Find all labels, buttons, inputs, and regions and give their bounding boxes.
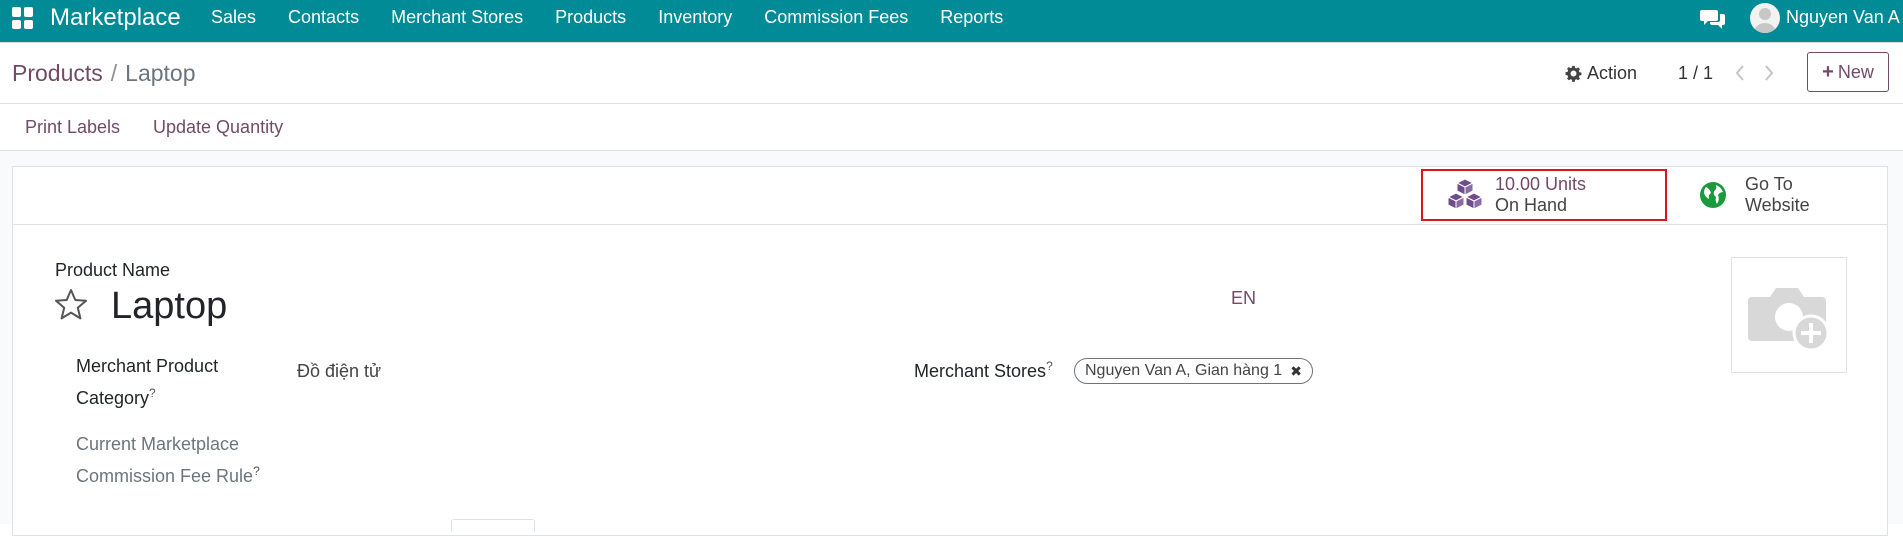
merchant-store-tag[interactable]: Nguyen Van A, Gian hàng 1 ✖ <box>1074 358 1313 384</box>
app-brand[interactable]: Marketplace <box>50 4 181 32</box>
print-labels-button[interactable]: Print Labels <box>25 116 120 138</box>
breadcrumb-current: Laptop <box>125 60 196 86</box>
help-tooltip-icon[interactable]: ? <box>253 464 260 478</box>
breadcrumb-separator: / <box>110 60 118 86</box>
product-image-field[interactable] <box>1731 257 1847 373</box>
avatar[interactable] <box>1750 3 1780 33</box>
website-line-2: Website <box>1745 195 1810 215</box>
merchant-stores-label: Merchant Stores? <box>914 359 1053 381</box>
menu-item-products[interactable]: Products <box>555 6 626 28</box>
help-tooltip-icon[interactable]: ? <box>1046 359 1053 373</box>
merchant-category-value[interactable]: Đồ điện tử <box>297 360 381 382</box>
form-sheet: 10.00 Units On Hand Go To Website Produc… <box>12 166 1888 536</box>
main-menu: Sales Contacts Merchant Stores Products … <box>211 6 1035 28</box>
language-badge[interactable]: EN <box>1231 287 1256 309</box>
units-on-hand-button[interactable]: 10.00 Units On Hand <box>1421 169 1667 221</box>
next-field-input[interactable] <box>451 519 535 532</box>
chevron-left-icon[interactable] <box>1734 64 1746 82</box>
menu-item-inventory[interactable]: Inventory <box>658 6 732 28</box>
units-label: On Hand <box>1495 195 1568 215</box>
button-box: 10.00 Units On Hand Go To Website <box>13 167 1887 225</box>
units-stat-text: 10.00 Units On Hand <box>1495 174 1586 216</box>
gear-icon <box>1565 65 1582 82</box>
merchant-store-tag-label: Nguyen Van A, Gian hàng 1 <box>1085 362 1283 379</box>
pager-value[interactable]: 1 / 1 <box>1678 62 1713 84</box>
website-stat-text: Go To Website <box>1745 174 1810 216</box>
menu-item-contacts[interactable]: Contacts <box>288 6 359 28</box>
breadcrumb-parent[interactable]: Products <box>12 60 103 86</box>
chevron-right-icon[interactable] <box>1763 64 1775 82</box>
globe-icon <box>1700 182 1726 208</box>
apps-icon[interactable] <box>12 7 34 29</box>
commission-fee-rule-label: Current Marketplace Commission Fee Rule? <box>76 434 260 486</box>
action-label: Action <box>1587 63 1638 83</box>
action-button[interactable]: Action <box>1565 62 1637 84</box>
menu-item-sales[interactable]: Sales <box>211 6 256 28</box>
new-button[interactable]: + New <box>1807 52 1889 92</box>
camera-plus-icon <box>1748 288 1830 352</box>
chat-icon[interactable] <box>1700 8 1726 30</box>
update-quantity-button[interactable]: Update Quantity <box>153 116 283 138</box>
menu-item-reports[interactable]: Reports <box>940 6 1003 28</box>
breadcrumb: Products / Laptop <box>12 59 196 87</box>
units-value: 10.00 Units <box>1495 174 1587 194</box>
top-navbar: Marketplace Sales Contacts Merchant Stor… <box>0 0 1903 42</box>
help-tooltip-icon[interactable]: ? <box>149 386 156 400</box>
close-icon[interactable]: ✖ <box>1290 363 1302 380</box>
merchant-category-label: Merchant Product Category? <box>76 356 219 408</box>
product-name-label: Product Name <box>55 260 171 280</box>
star-icon[interactable] <box>53 287 89 323</box>
menu-item-merchant-stores[interactable]: Merchant Stores <box>391 6 523 28</box>
plus-icon: + <box>1822 61 1834 83</box>
user-name[interactable]: Nguyen Van A <box>1786 6 1900 28</box>
website-line-1: Go To <box>1745 174 1793 194</box>
menu-item-commission-fees[interactable]: Commission Fees <box>764 6 908 28</box>
go-to-website-button[interactable]: Go To Website <box>1677 169 1877 221</box>
cubes-icon <box>1446 178 1484 210</box>
product-name-input[interactable]: Laptop <box>111 284 227 328</box>
form-statusbar: Print Labels Update Quantity <box>0 104 1903 151</box>
new-label: New <box>1837 61 1874 82</box>
